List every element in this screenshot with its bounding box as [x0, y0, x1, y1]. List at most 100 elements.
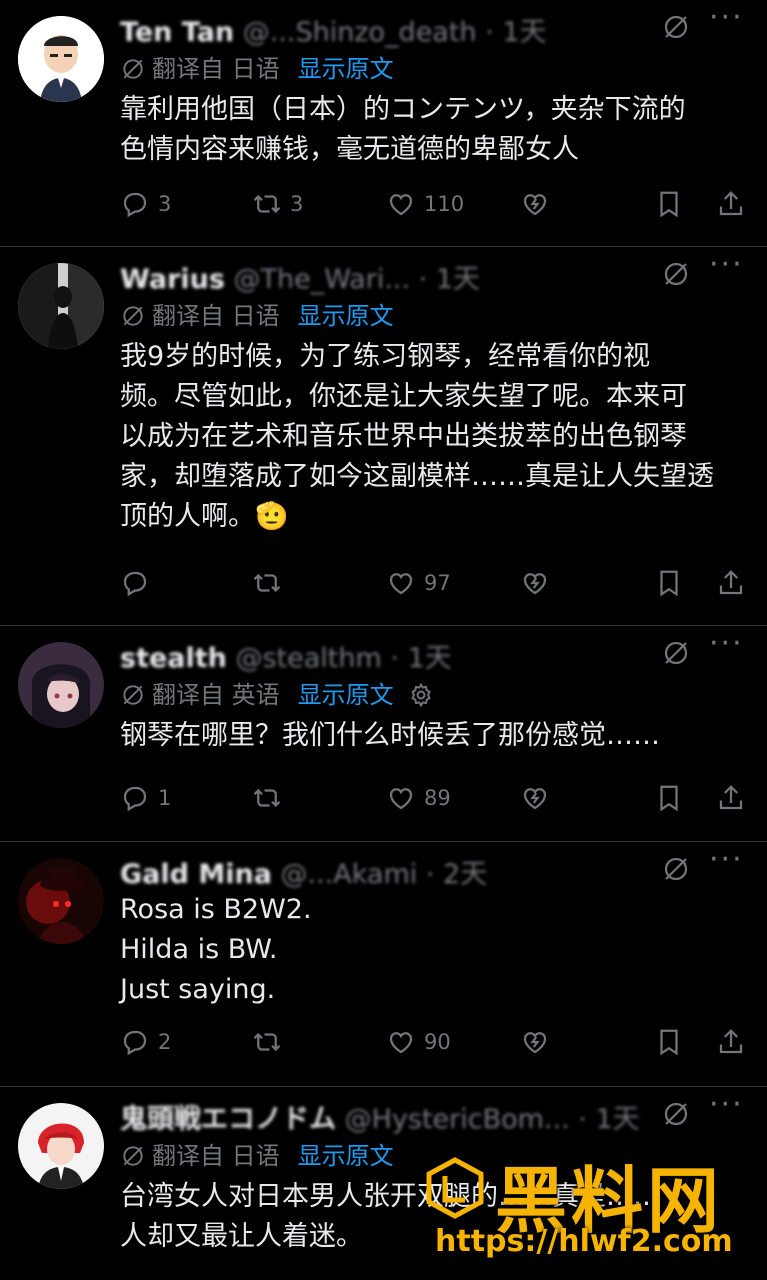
heart-icon [386, 568, 416, 598]
timestamp[interactable]: 1天 [408, 643, 452, 674]
red-character-avatar-image [18, 858, 104, 944]
reply-button[interactable]: 1 [120, 783, 171, 813]
more-options-icon[interactable]: ··· [709, 629, 749, 664]
reply-icon [120, 568, 150, 598]
post-3[interactable]: stealth @stealthm · 1天 ··· 翻译自 英语 显示原文 钢… [0, 626, 767, 842]
bookmark-button[interactable] [654, 1027, 684, 1057]
action-bar: 3 3 110 [120, 184, 749, 224]
translate-icon [120, 682, 146, 708]
more-options-icon[interactable]: ··· [709, 1090, 749, 1125]
heart-icon [386, 783, 416, 813]
cartoon-man-avatar-image [18, 16, 104, 102]
action-bar: 1 89 [120, 778, 749, 818]
gear-icon[interactable] [408, 682, 434, 708]
grok-icon[interactable] [661, 854, 691, 884]
avatar[interactable] [18, 16, 104, 102]
share-button[interactable] [716, 783, 746, 813]
site-watermark: 黑料网 https://hlwf2.com [423, 1138, 753, 1268]
bookmark-button[interactable] [654, 783, 684, 813]
action-bar: 97 [120, 563, 749, 603]
more-options-icon[interactable]: ··· [709, 845, 749, 880]
translation-bar: 翻译自 日语 显示原文 [120, 48, 749, 90]
reply-button[interactable]: 3 [120, 189, 171, 219]
grok-action-button[interactable] [520, 1027, 550, 1057]
translated-from-label: 翻译自 日语 [152, 302, 280, 330]
more-options-icon[interactable]: ··· [709, 3, 749, 38]
handle[interactable]: @stealthm [236, 643, 382, 674]
action-bar: 2 90 [120, 1022, 749, 1062]
share-icon [716, 568, 746, 598]
repost-icon [252, 568, 282, 598]
display-name[interactable]: Ten Tan [120, 17, 234, 48]
heart-icon [386, 1027, 416, 1057]
show-original-link[interactable]: 显示原文 [298, 1135, 394, 1177]
grok-action-button[interactable] [520, 568, 550, 598]
timestamp[interactable]: 1天 [436, 264, 480, 295]
display-name[interactable]: stealth [120, 643, 227, 674]
post-text: 靠利用他国（日本）的コンテンツ，夹杂下流的 色情内容来赚钱，毫无道德的卑鄙女人 [120, 94, 686, 165]
handle[interactable]: @...Shinzo_death [243, 17, 477, 48]
translate-icon [120, 1143, 146, 1169]
avatar[interactable] [18, 858, 104, 944]
avatar[interactable] [18, 642, 104, 728]
bookmark-icon [654, 568, 684, 598]
show-original-link[interactable]: 显示原文 [298, 674, 394, 716]
show-original-link[interactable]: 显示原文 [298, 295, 394, 337]
watermark-logo-icon [426, 1157, 484, 1219]
translation-bar: 翻译自 英语 显示原文 [120, 674, 749, 716]
share-button[interactable] [716, 1027, 746, 1057]
post-2[interactable]: Warius @The_Wari... · 1天 ··· 翻译自 日语 显示原文… [0, 247, 767, 626]
like-button[interactable]: 110 [386, 189, 464, 219]
post-1[interactable]: Ten Tan @...Shinzo_death · 1天 ··· 翻译自 日语… [0, 0, 767, 247]
avatar[interactable] [18, 263, 104, 349]
grok-action-button[interactable] [520, 783, 550, 813]
bookmark-button[interactable] [654, 568, 684, 598]
handle[interactable]: @The_Wari... [234, 264, 411, 295]
like-button[interactable]: 90 [386, 1027, 451, 1057]
avatar[interactable] [18, 1103, 104, 1189]
repost-icon [252, 189, 282, 219]
repost-button[interactable] [252, 1027, 290, 1057]
reply-button[interactable] [120, 568, 158, 598]
show-original-link[interactable]: 显示原文 [298, 48, 394, 90]
repost-button[interactable]: 3 [252, 189, 303, 219]
handle[interactable]: @HystericBom... [345, 1104, 570, 1135]
display-name[interactable]: Warius [120, 264, 225, 295]
reply-icon [120, 189, 150, 219]
share-button[interactable] [716, 568, 746, 598]
grok-icon[interactable] [661, 638, 691, 668]
red-hair-anime-avatar-image [18, 1103, 104, 1189]
grok-icon[interactable] [661, 1099, 691, 1129]
reply-icon [120, 1027, 150, 1057]
display-name[interactable]: 鬼頭戦エコノドム [120, 1104, 336, 1135]
bookmark-button[interactable] [654, 189, 684, 219]
post-header: stealth @stealthm · 1天 ··· [120, 629, 749, 675]
share-icon [716, 1027, 746, 1057]
like-button[interactable]: 97 [386, 568, 451, 598]
more-options-icon[interactable]: ··· [709, 250, 749, 285]
repost-button[interactable] [252, 783, 290, 813]
reply-icon [120, 783, 150, 813]
post-header: 鬼頭戦エコノドム @HystericBom... · 1天 ··· [120, 1090, 749, 1136]
repost-button[interactable] [252, 568, 290, 598]
display-name[interactable]: Gald Mina [120, 859, 272, 890]
handle[interactable]: @...Akami [281, 859, 418, 890]
reply-button[interactable]: 2 [120, 1027, 171, 1057]
grok-heart-icon [520, 783, 550, 813]
timestamp[interactable]: 2天 [443, 859, 487, 890]
translated-from-label: 翻译自 日语 [152, 55, 280, 83]
grok-icon[interactable] [661, 12, 691, 42]
heart-icon [386, 189, 416, 219]
post-header: Warius @The_Wari... · 1天 ··· [120, 250, 749, 296]
timestamp[interactable]: 1天 [595, 1104, 639, 1135]
post-4[interactable]: Gald Mina @...Akami · 2天 ··· Rosa is B2W… [0, 842, 767, 1087]
share-button[interactable] [716, 189, 746, 219]
grok-icon[interactable] [661, 259, 691, 289]
post-text: 我9岁的时候，为了练习钢琴，经常看你的视 频。尽管如此，你还是让大家失望了呢。本… [120, 341, 714, 532]
grok-action-button[interactable] [520, 189, 550, 219]
repost-icon [252, 783, 282, 813]
like-button[interactable]: 89 [386, 783, 451, 813]
translate-icon [120, 303, 146, 329]
repost-icon [252, 1027, 282, 1057]
timestamp[interactable]: 1天 [502, 17, 546, 48]
